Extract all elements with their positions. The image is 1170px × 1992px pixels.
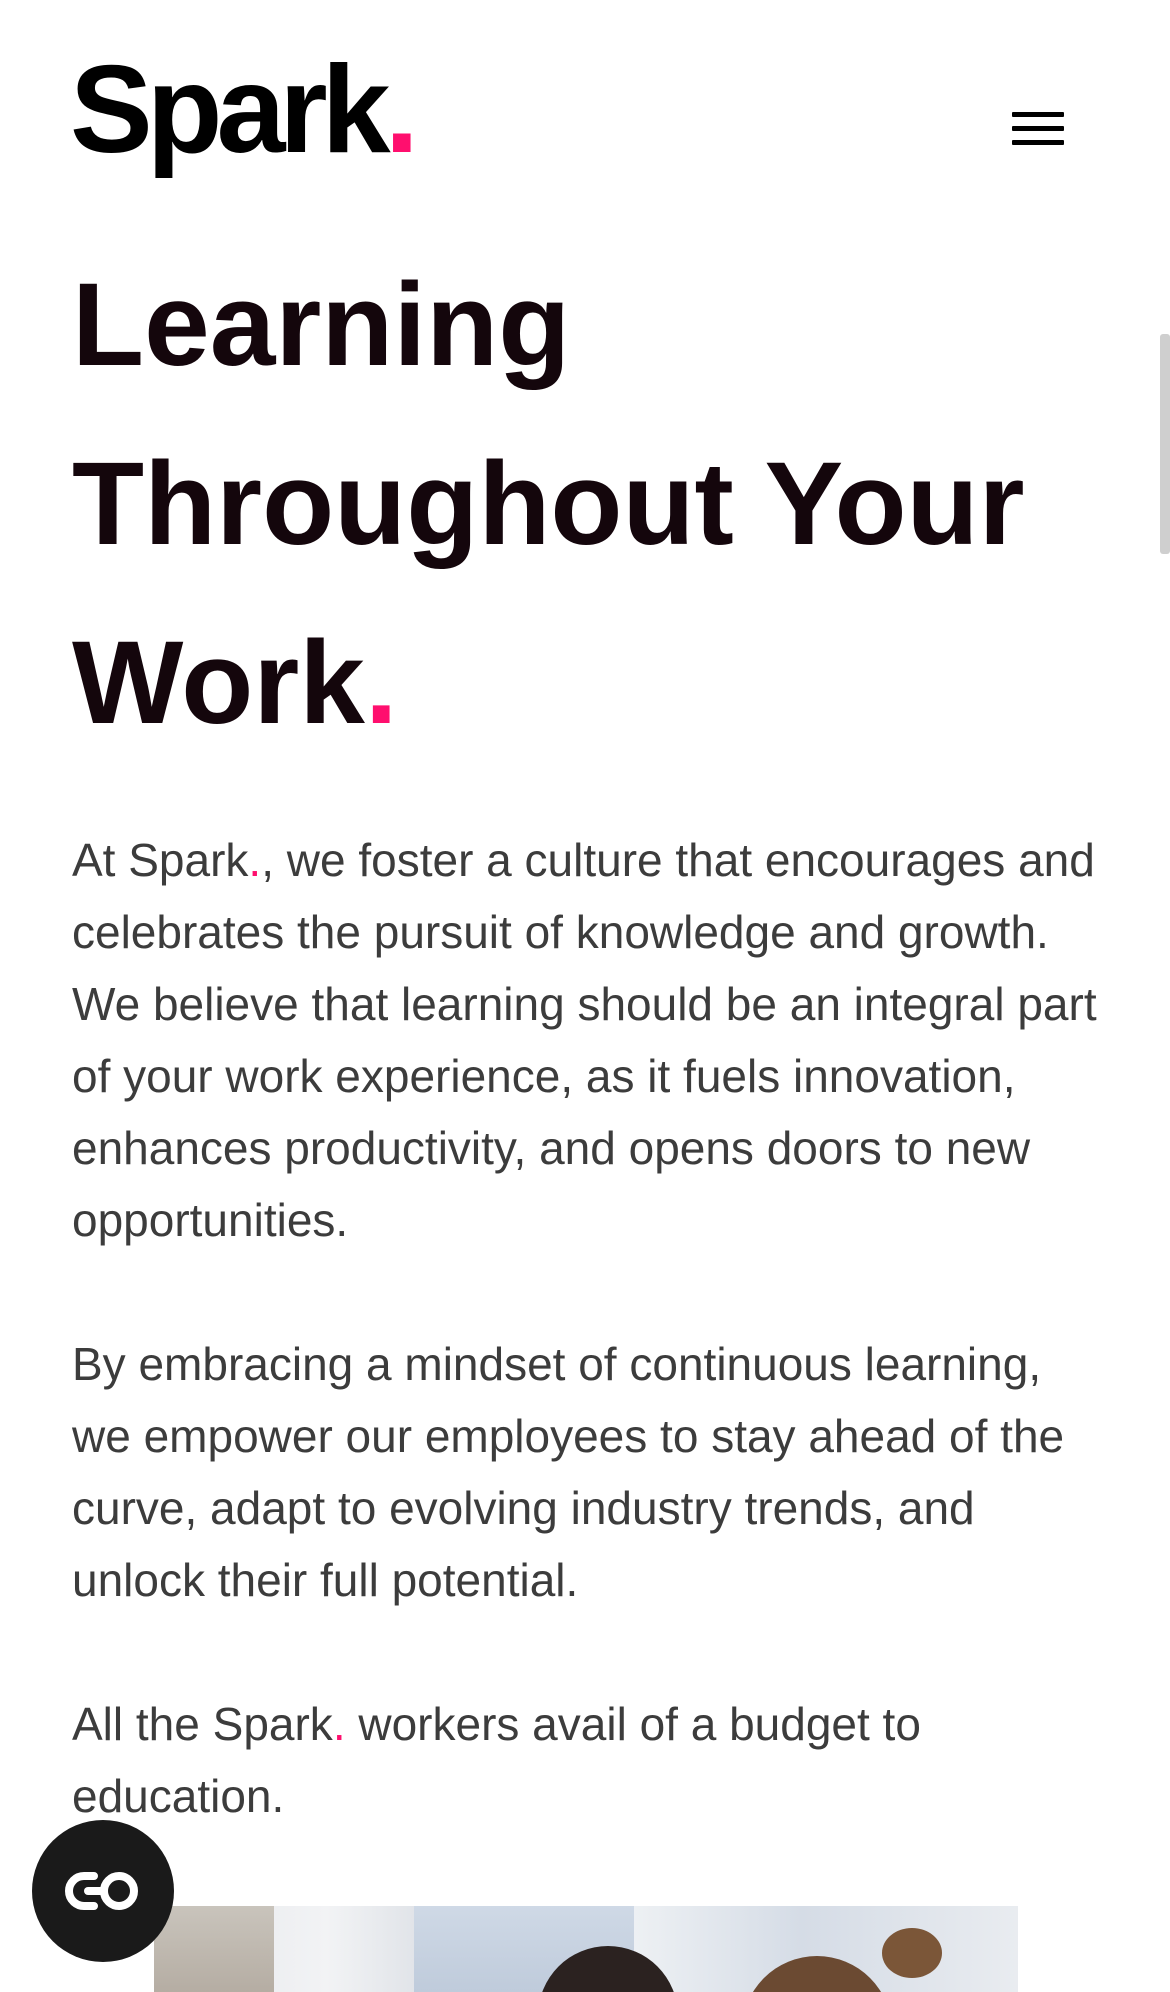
p1-lead: At (72, 834, 129, 886)
logo-dot: . (384, 41, 420, 179)
p1-brand: Spark (128, 834, 249, 886)
p3-lead: All the (72, 1698, 213, 1750)
photo-shelf (154, 1906, 274, 1992)
budget-paragraph: All the Spark. workers avail of a budget… (72, 1688, 1112, 1832)
intro-paragraph: At Spark., we foster a culture that enco… (72, 824, 1112, 1256)
title-line-2: Throughout Your (72, 438, 1025, 570)
photo-person-woman (742, 1956, 892, 1992)
spark-logo[interactable]: Spark. (70, 48, 419, 172)
menu-bar-top (1012, 112, 1064, 117)
page-title: Learning Throughout Your Work. (72, 236, 1112, 773)
title-word-work: Work (72, 617, 365, 749)
page: Spark. Learning Throughout Your Work. At… (0, 0, 1170, 1992)
hamburger-menu-icon[interactable] (1008, 112, 1068, 154)
accessibility-button[interactable] (32, 1820, 174, 1962)
scrollbar-thumb[interactable] (1160, 334, 1170, 554)
p3-brand: Spark (212, 1698, 333, 1750)
menu-bar-middle (1012, 126, 1064, 131)
p1-body: , we foster a culture that encourages an… (72, 834, 1097, 1246)
title-dot: . (364, 617, 398, 749)
photo-hair-bun (882, 1928, 942, 1978)
team-photo (154, 1906, 1018, 1992)
menu-bar-bottom (1012, 140, 1064, 145)
p3-brand-dot: . (332, 1698, 346, 1750)
accessibility-toggle-icon (65, 1872, 138, 1910)
p1-brand-dot: . (248, 834, 262, 886)
learning-paragraph: By embracing a mindset of continuous lea… (72, 1338, 1065, 1606)
logo-text: Spark (70, 41, 391, 179)
title-line-1: Learning (72, 259, 571, 391)
title-line-3: Work. (72, 594, 1112, 773)
